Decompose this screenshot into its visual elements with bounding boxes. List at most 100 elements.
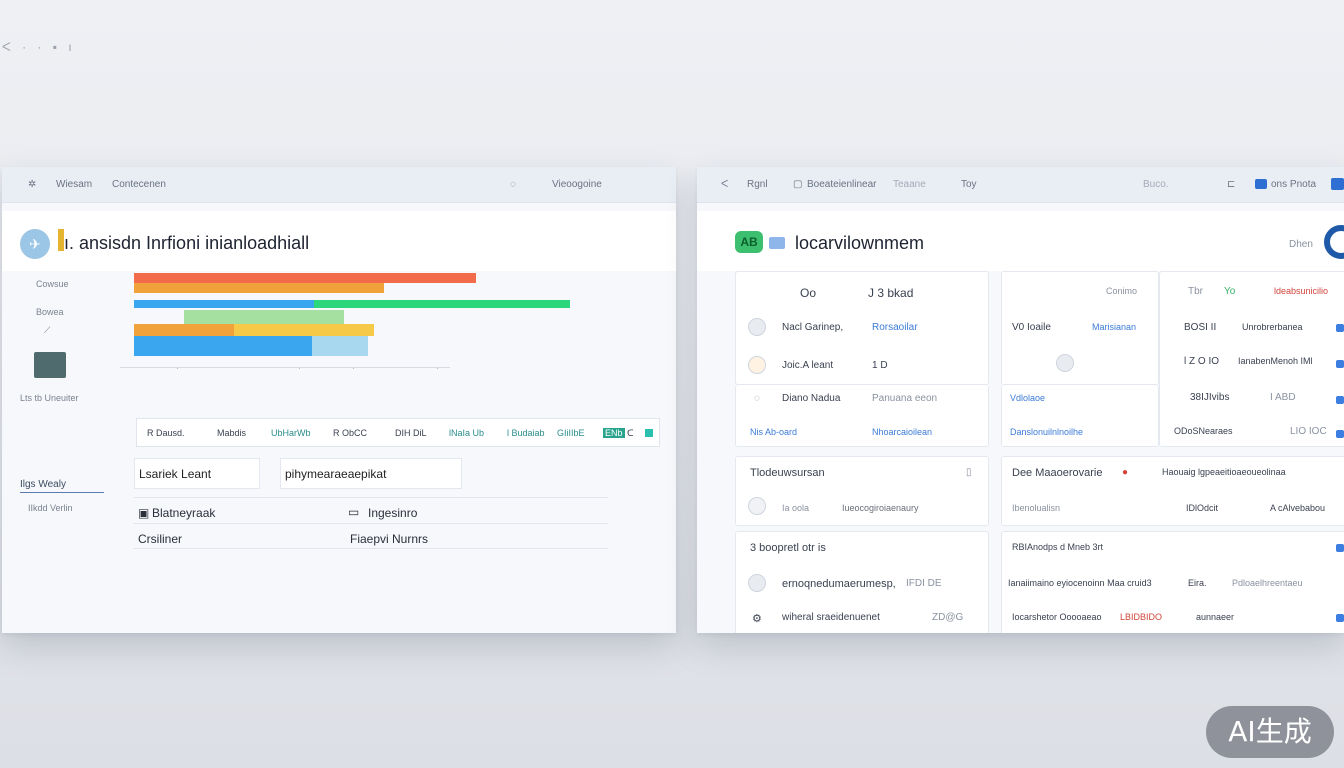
row-2-avatar [748, 356, 766, 374]
card-2-r1b[interactable]: Marisianan [1092, 322, 1136, 332]
window-icon[interactable]: ▢ [793, 179, 802, 190]
settings-icon[interactable]: ⚙ [752, 612, 762, 625]
topbar-item-5[interactable]: Buco. [1143, 179, 1169, 190]
left-header: ✈ ı. ansisdn Inrfioni inianloadhiall [2, 211, 676, 271]
tick-1: · [176, 364, 179, 373]
row-divider-3 [134, 548, 608, 549]
left-topbar: ✲ Wiesam Contecenen ◌ Vieoogoine [2, 167, 676, 203]
card-3-head-2: Yo [1224, 286, 1236, 297]
tag-8[interactable]: GIiIIbE [557, 428, 585, 438]
card-4-r1a: Ia oola [782, 503, 810, 513]
app-logo-secondary-icon [769, 237, 785, 249]
field-2[interactable]: pihymearaeaepikat [280, 458, 462, 489]
bar-1 [134, 273, 476, 283]
card-1-r3a: Diano Nadua [782, 393, 841, 404]
app-logo-icon: AB [735, 231, 763, 253]
tag-1[interactable]: R Dausd. [147, 428, 185, 438]
alert-icon: ● [1122, 467, 1129, 478]
bar-chart: · · · · [112, 267, 632, 377]
card-6: 3 boopretl otr is ernoqnedumaerumesp, IF… [735, 531, 989, 633]
card-3: Tbr Yo ldeabsunicilio BOSI II Unrobrerba… [1159, 271, 1344, 447]
tick-2: · [298, 364, 301, 373]
field-1[interactable]: Lsariek Leant [134, 458, 260, 489]
status-icon-1 [1336, 324, 1344, 332]
tag-7[interactable]: l Budaiab [507, 428, 545, 438]
filter-tag-bar: R Dausd. Mabdis UbHarWb R ObCC DIH DiL l… [136, 418, 660, 447]
tag-3[interactable]: UbHarWb [271, 428, 311, 438]
card-3-r3b: I ABD [1270, 392, 1296, 403]
card-3-r4a: ODoSNearaes [1174, 426, 1233, 436]
topbar-item-1[interactable]: Wiesam [56, 179, 92, 190]
card-4-r1b: Iueocogiroiaenaury [842, 503, 919, 513]
tag-5[interactable]: DIH DiL [395, 428, 427, 438]
card-6-r1: ernoqnedumaerumesp, [782, 578, 896, 590]
back-icon[interactable]: ᐸ [721, 179, 728, 190]
trash-icon[interactable]: ▯ [966, 467, 972, 478]
chart-axis [120, 367, 450, 368]
avatar[interactable] [1324, 225, 1344, 259]
card-6-head: 3 boopretl otr is [750, 542, 826, 554]
profile-icon[interactable] [1331, 178, 1344, 190]
card-1-r1b[interactable]: Rorsaoilar [872, 322, 918, 333]
ai-generated-badge: AI生成 [1206, 706, 1334, 758]
card-7-r1: Ianaiimaino eyiocenoinn Maa cruid3 [1008, 578, 1152, 588]
card-2-r2b[interactable]: Danslonuilnlnoilhe [1010, 427, 1083, 437]
card-2-head: Conimo [1106, 286, 1138, 296]
app-menu-icon[interactable]: ✲ [28, 179, 36, 190]
card-7-r2c: aunnaeer [1196, 612, 1235, 622]
card-1-r4b[interactable]: Nhoarcaioilean [872, 427, 932, 437]
topbar-item-6[interactable]: ons Pnota [1271, 179, 1316, 190]
sidebar-item-2[interactable]: Bowea [36, 307, 64, 317]
topbar-item-3[interactable]: Vieoogoine [552, 179, 602, 190]
card-2-toggle[interactable] [1056, 354, 1074, 372]
tick-4: · [436, 364, 439, 373]
tag-4[interactable]: R ObCC [333, 428, 367, 438]
topbar-item-4[interactable]: Toy [961, 179, 977, 190]
card-3-r2b: IanabenMenoh IMl [1238, 356, 1313, 366]
topbar-item-2[interactable]: Boeateienlinear [807, 179, 877, 190]
sidebar-item-4[interactable]: IIkdd Verlin [28, 503, 73, 513]
tick-3: · [352, 364, 355, 373]
card-5-head: Dee Maaoerovarie [1012, 467, 1103, 479]
image-icon: ▭ [348, 505, 360, 519]
card-1-r4a[interactable]: Nis Ab-oard [750, 427, 797, 437]
topbar-item-2[interactable]: Contecenen [112, 179, 166, 190]
card-5-r1a: Ibenolualisn [1012, 503, 1061, 513]
bar-5 [184, 310, 344, 324]
sidebar-thumbnail[interactable] [34, 352, 66, 378]
corner-marks: ᐸ · · ▪ ı [2, 40, 76, 54]
tag-6[interactable]: lNaIa Ub [449, 428, 484, 438]
sidebar-item-1[interactable]: Cowsue [36, 279, 69, 289]
refresh-icon[interactable]: ◌ [510, 179, 516, 190]
card-3-head-1: Tbr [1188, 286, 1203, 297]
card-1-col-a: Oo [800, 286, 817, 300]
row-1-col-1: Blatneyraak [152, 506, 216, 520]
card-7-r1c: Pdloaelhreentaeu [1232, 578, 1303, 588]
status-square-icon [645, 429, 653, 437]
card-1-col-b: J 3 bkad [868, 286, 914, 300]
search-icon[interactable]: ᑕ [627, 428, 634, 439]
left-window: ✲ Wiesam Contecenen ◌ Vieoogoine ✈ ı. an… [2, 167, 676, 633]
card-3-r1b: Unrobrerbanea [1242, 322, 1303, 332]
header-right-label: Dhen [1289, 239, 1313, 250]
sidebar-item-3[interactable]: Lts tb Uneuiter [20, 393, 79, 403]
card-5: Dee Maaoerovarie ● Haouaig lgpeaeitioaeo… [1001, 456, 1344, 526]
sidebar-item-selected[interactable]: Ilgs Wealy [20, 479, 104, 493]
row-1-col-2: Ingesinro [368, 506, 418, 520]
bar-7 [134, 324, 234, 336]
page-title: locarvilownmem [795, 233, 925, 253]
topbar-item-3[interactable]: Teaane [893, 179, 926, 190]
card-2-r1a: V0 Ioaile [1012, 322, 1051, 333]
flag-icon[interactable]: ⊏ [1227, 179, 1235, 190]
card-7-r1b: Eira. [1188, 578, 1207, 588]
tag-2[interactable]: Mabdis [217, 428, 246, 438]
card-2-r2a[interactable]: Vdlolaoe [1010, 393, 1045, 403]
card-3-r2a: l Z O IO [1184, 356, 1219, 367]
row-2-col-2: Fiaepvi Nurnrs [350, 532, 429, 546]
topbar-item-1[interactable]: Rgnl [747, 179, 768, 190]
tag-9[interactable]: ENb [603, 428, 625, 438]
row-divider-2 [134, 523, 608, 524]
card-3-r4b: LIO IOC [1290, 426, 1327, 437]
card-1-r3b: Panuana eeon [872, 393, 938, 404]
page-title: ı. ansisdn Inrfioni inianloadhiall [64, 233, 310, 253]
